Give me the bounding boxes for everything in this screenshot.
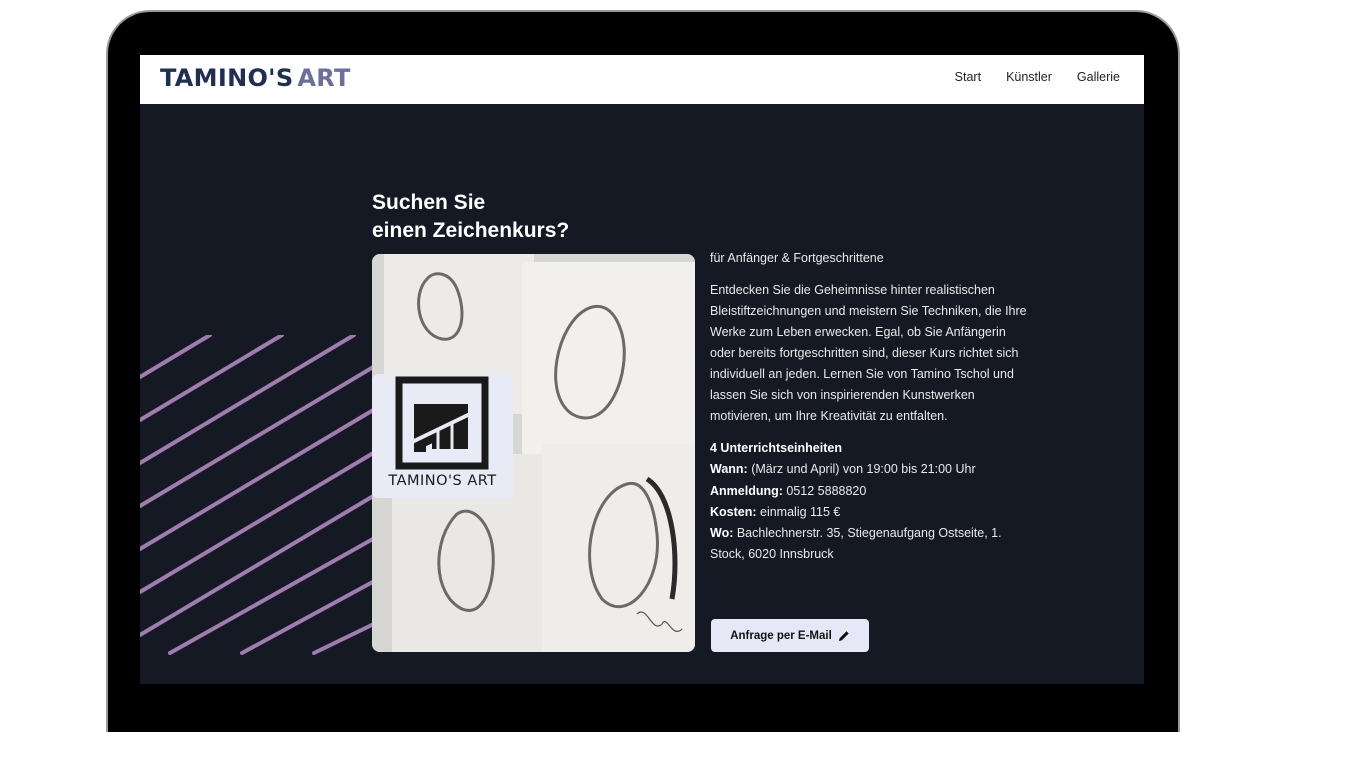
detail-register-label: Anmeldung:	[710, 483, 783, 498]
course-description: Entdecken Sie die Geheimnisse hinter rea…	[710, 283, 1027, 423]
brand-logo[interactable]: TAMINO'S ART	[160, 64, 351, 92]
email-request-button[interactable]: Anfrage per E-Mail	[711, 619, 869, 652]
hero-heading: Suchen Sie einen Zeichenkurs?	[372, 189, 569, 245]
nav-link-kuenstler[interactable]: Künstler	[1006, 70, 1052, 84]
course-content: für Anfänger & Fortgeschrittene Entdecke…	[710, 250, 1032, 566]
nav-links: Start Künstler Gallerie	[930, 70, 1120, 84]
detail-register: Anmeldung: 0512 5888820	[710, 481, 1032, 502]
hero-heading-line1: Suchen Sie	[372, 191, 486, 214]
tamino-logo-icon	[395, 376, 489, 470]
tamino-logo-card: TAMINO'S ART	[372, 374, 513, 498]
detail-cost-label: Kosten:	[710, 504, 757, 519]
nav-link-start[interactable]: Start	[955, 70, 981, 84]
nav-link-gallerie[interactable]: Gallerie	[1077, 70, 1120, 84]
detail-when: Wann: (März und April) von 19:00 bis 21:…	[710, 459, 1032, 480]
detail-when-label: Wann:	[710, 462, 748, 477]
website-screen: TAMINO'S ART Start Künstler Gallerie Such…	[140, 55, 1144, 684]
detail-where-value: Bachlechnerstr. 35, Stiegenaufgang Ostse…	[710, 526, 1002, 562]
detail-when-value: (März und April) von 19:00 bis 21:00 Uhr	[747, 462, 976, 477]
detail-register-value: 0512 5888820	[782, 483, 867, 498]
navbar: TAMINO'S ART Start Künstler Gallerie	[140, 55, 1144, 104]
pencil-icon	[838, 630, 849, 641]
email-request-label: Anfrage per E-Mail	[730, 629, 832, 642]
course-details: 4 Unterrichtseinheiten Wann: (März und A…	[710, 438, 1032, 566]
detail-where: Wo: Bachlechnerstr. 35, Stiegenaufgang O…	[710, 523, 1032, 566]
detail-where-label: Wo:	[710, 526, 734, 541]
detail-cost: Kosten: einmalig 115 €	[710, 502, 1032, 523]
course-subtitle: für Anfänger & Fortgeschrittene	[710, 251, 884, 265]
tamino-logo-text: TAMINO'S ART	[388, 473, 497, 489]
course-units: 4 Unterrichtseinheiten	[710, 441, 842, 455]
detail-cost-value: einmalig 115 €	[756, 504, 841, 519]
brand-name-part1: TAMINO'S	[160, 64, 294, 92]
hero-heading-line2: einen Zeichenkurs?	[372, 219, 570, 242]
brand-name-part2: ART	[297, 64, 351, 92]
decorative-stripes	[140, 335, 380, 655]
course-image: TAMINO'S ART	[372, 254, 695, 652]
